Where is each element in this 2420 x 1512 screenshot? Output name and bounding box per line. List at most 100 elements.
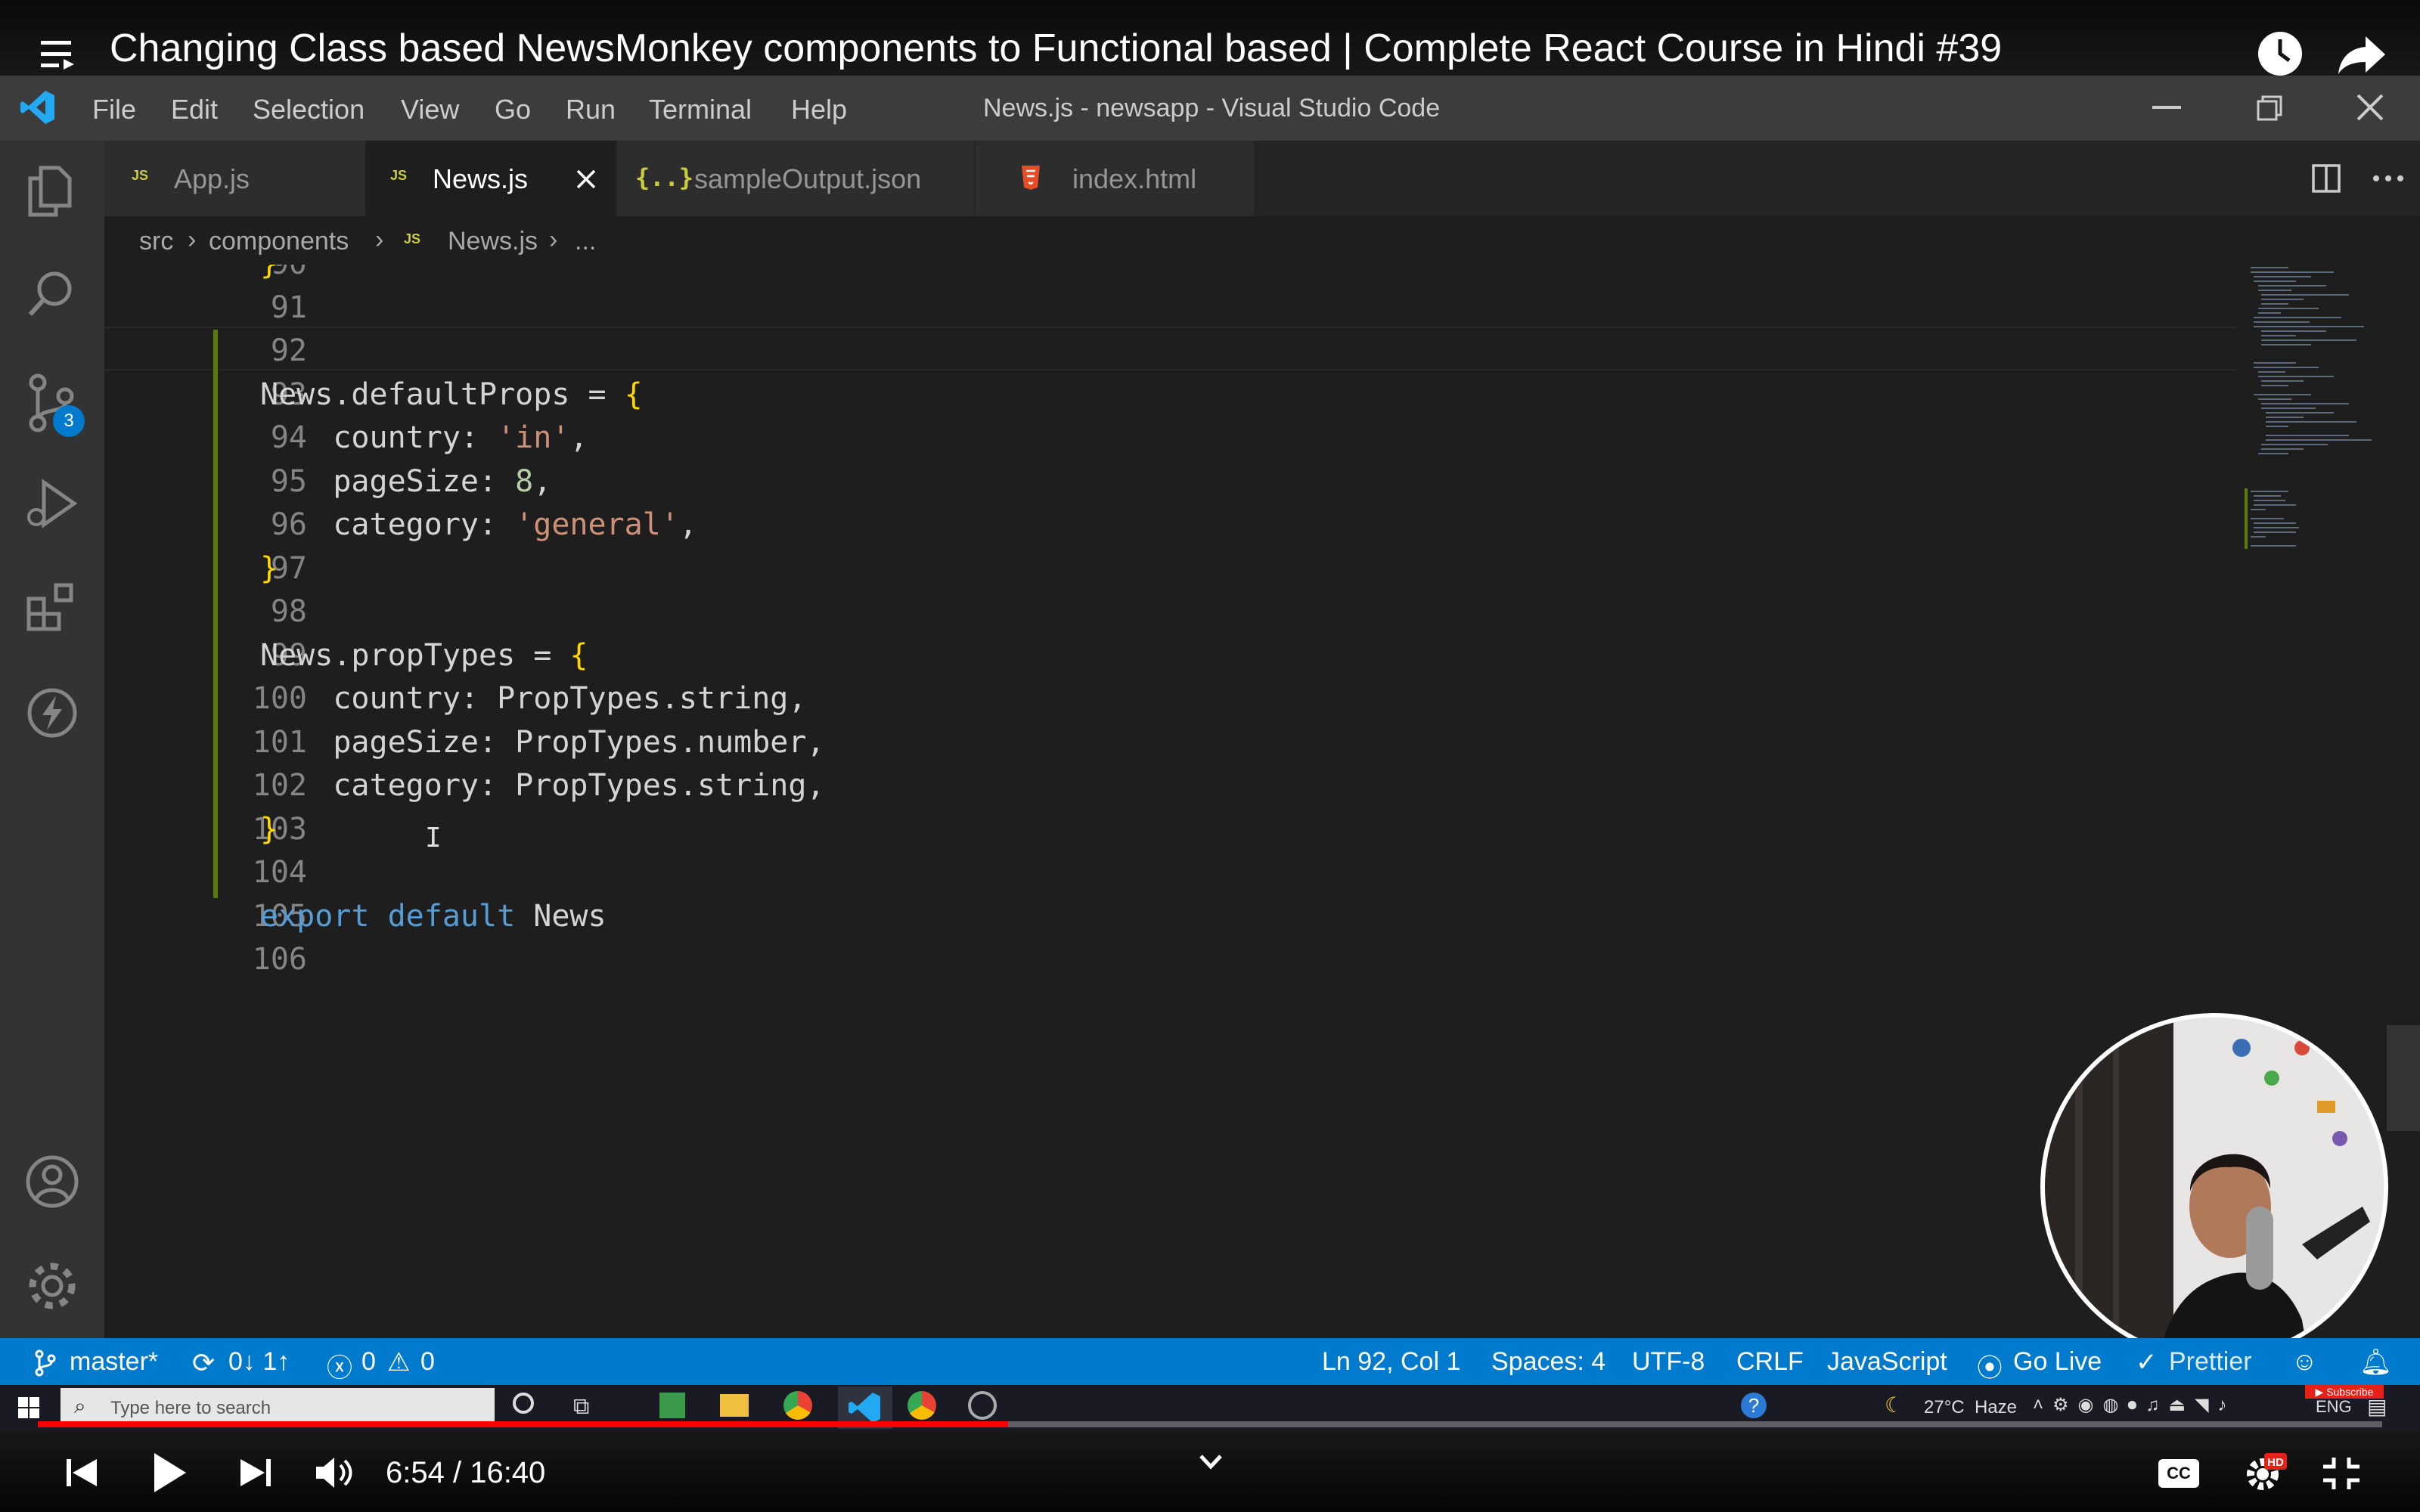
taskbar-app-explorer[interactable] — [720, 1394, 749, 1417]
task-view-icon[interactable]: ⧉ — [573, 1394, 589, 1420]
line-text: pageSize: 8, — [260, 463, 552, 499]
code-line[interactable]: 102 category: PropTypes.string, — [104, 764, 2246, 806]
taskbar-search-placeholder: Type here to search — [110, 1398, 271, 1418]
video-title[interactable]: Changing Class based NewsMonkey componen… — [110, 26, 2002, 71]
code-line[interactable]: 93 News.defaultProps = { — [104, 373, 2246, 415]
playlist-menu-icon[interactable] — [41, 39, 76, 70]
thunder-client-icon[interactable] — [26, 686, 79, 739]
json-file-icon: {..} — [635, 163, 694, 192]
window-title: News.js - newsapp - Visual Studio Code — [983, 94, 1441, 122]
feedback-icon[interactable]: ☺ — [2291, 1347, 2318, 1377]
weather-text[interactable]: 27°C Haze — [1924, 1397, 2017, 1418]
menu-edit[interactable]: Edit — [171, 94, 218, 125]
extensions-icon[interactable] — [26, 581, 79, 634]
code-line[interactable]: 105 export default News — [104, 894, 2246, 937]
captions-icon[interactable]: CC — [2158, 1459, 2199, 1488]
code-editor[interactable]: 90} 91 92 93News.defaultProps = {94 country… — [104, 265, 2246, 1338]
code-line[interactable]: 106 — [104, 937, 2246, 980]
explorer-icon[interactable] — [26, 165, 74, 218]
taskbar-app-obs[interactable] — [968, 1391, 997, 1420]
share-icon[interactable] — [2337, 33, 2387, 76]
tab-sample-output-json[interactable]: {..} sampleOutput.json — [617, 141, 976, 216]
language-indicator[interactable]: ENG — [2316, 1397, 2352, 1417]
cursor-position[interactable]: Ln 92, Col 1 — [1322, 1347, 1460, 1377]
manage-gear-icon[interactable] — [24, 1258, 80, 1314]
taskbar-app-notepad[interactable] — [659, 1393, 685, 1418]
git-sync-status[interactable]: 0↓ 1↑ — [228, 1347, 290, 1377]
breadcrumb-ellipsis[interactable]: ... — [575, 227, 596, 256]
chevron-right-icon: › — [549, 225, 558, 254]
prettier-status[interactable]: Prettier — [2169, 1347, 2252, 1377]
exit-fullscreen-icon[interactable] — [2322, 1456, 2361, 1491]
notification-center-icon[interactable]: ▤ — [2367, 1394, 2387, 1419]
error-icon[interactable]: ⓧ — [327, 1347, 352, 1384]
minimize-icon[interactable] — [2152, 106, 2181, 109]
code-line[interactable]: 97} — [104, 547, 2246, 589]
search-icon[interactable] — [26, 269, 76, 319]
code-line[interactable]: 98 — [104, 590, 2246, 632]
menu-help[interactable]: Help — [791, 94, 847, 125]
menu-selection[interactable]: Selection — [253, 94, 365, 125]
windows-start-icon[interactable] — [18, 1397, 39, 1418]
tray-icons[interactable]: ˄⚙◉◍⏺♫⏏◥♪ — [2033, 1394, 2236, 1416]
encoding[interactable]: UTF-8 — [1632, 1347, 1705, 1377]
source-control-badge: 3 — [53, 405, 85, 437]
volume-icon[interactable] — [315, 1456, 355, 1489]
menu-run[interactable]: Run — [566, 94, 616, 125]
next-icon[interactable] — [239, 1456, 272, 1489]
line-ending[interactable]: CRLF — [1736, 1347, 1804, 1377]
tab-news-js[interactable]: JS News.js — [366, 141, 617, 216]
more-actions-icon[interactable] — [2372, 163, 2405, 194]
menu-file[interactable]: File — [92, 94, 136, 125]
tab-app-js[interactable]: JS App.js — [104, 141, 366, 216]
chevron-down-icon[interactable] — [1198, 1453, 1224, 1471]
scrollbar-thumb[interactable] — [2387, 1025, 2420, 1131]
split-editor-icon[interactable] — [2311, 163, 2341, 194]
code-line[interactable]: 96 category: 'general', — [104, 503, 2246, 545]
menu-view[interactable]: View — [401, 94, 459, 125]
help-icon[interactable]: ? — [1741, 1393, 1767, 1418]
code-line[interactable]: 99 News.propTypes = { — [104, 634, 2246, 676]
breadcrumb-src[interactable]: src — [139, 227, 173, 256]
accounts-icon[interactable] — [24, 1154, 80, 1210]
errors-count[interactable]: 0 — [361, 1347, 376, 1377]
line-text: category: PropTypes.string, — [260, 768, 825, 803]
menu-terminal[interactable]: Terminal — [649, 94, 752, 125]
line-text: pageSize: PropTypes.number, — [260, 724, 825, 760]
warning-icon[interactable]: ⚠ — [387, 1347, 410, 1377]
go-live-button[interactable]: Go Live — [2013, 1347, 2102, 1377]
tab-index-html[interactable]: index.html — [976, 141, 1255, 216]
code-line[interactable]: 104 — [104, 850, 2246, 893]
code-line[interactable]: 94 country: 'in', — [104, 416, 2246, 458]
git-branch-status[interactable]: master* — [70, 1347, 158, 1377]
restore-icon[interactable] — [2257, 95, 2282, 121]
indentation[interactable]: Spaces: 4 — [1491, 1347, 1606, 1377]
warnings-count[interactable]: 0 — [420, 1347, 435, 1377]
sync-icon[interactable]: ⟳ — [192, 1347, 215, 1379]
play-icon[interactable] — [151, 1452, 188, 1494]
settings-gear-icon[interactable]: HD — [2243, 1452, 2288, 1494]
code-line[interactable]: 101 pageSize: PropTypes.number, — [104, 720, 2246, 763]
taskbar-app-chrome-profile[interactable] — [908, 1391, 936, 1420]
code-line[interactable]: 91 — [104, 286, 2246, 328]
run-debug-icon[interactable] — [24, 478, 79, 532]
close-window-icon[interactable] — [2355, 92, 2385, 122]
code-line[interactable]: 95 pageSize: 8, — [104, 460, 2246, 502]
branch-icon — [33, 1347, 56, 1377]
taskbar-app-chrome[interactable] — [783, 1391, 812, 1420]
cortana-icon[interactable] — [513, 1393, 534, 1414]
minimap[interactable] — [2243, 265, 2391, 567]
breadcrumb-file[interactable]: News.js — [448, 227, 538, 256]
notifications-bell-icon[interactable]: 🔔︎ — [2360, 1347, 2392, 1377]
code-line[interactable]: 100 country: PropTypes.string, — [104, 677, 2246, 719]
chevron-right-icon: › — [188, 225, 197, 254]
watch-later-icon[interactable] — [2257, 30, 2304, 77]
code-line[interactable]: 92 — [104, 329, 2246, 371]
previous-icon[interactable] — [65, 1456, 98, 1489]
language-mode[interactable]: JavaScript — [1827, 1347, 1947, 1377]
close-tab-icon[interactable] — [575, 168, 597, 191]
breadcrumb-components[interactable]: components — [209, 227, 349, 256]
code-line[interactable]: 90} — [104, 265, 2246, 284]
presenter-webcam — [2040, 1013, 2388, 1361]
menu-go[interactable]: Go — [495, 94, 531, 125]
